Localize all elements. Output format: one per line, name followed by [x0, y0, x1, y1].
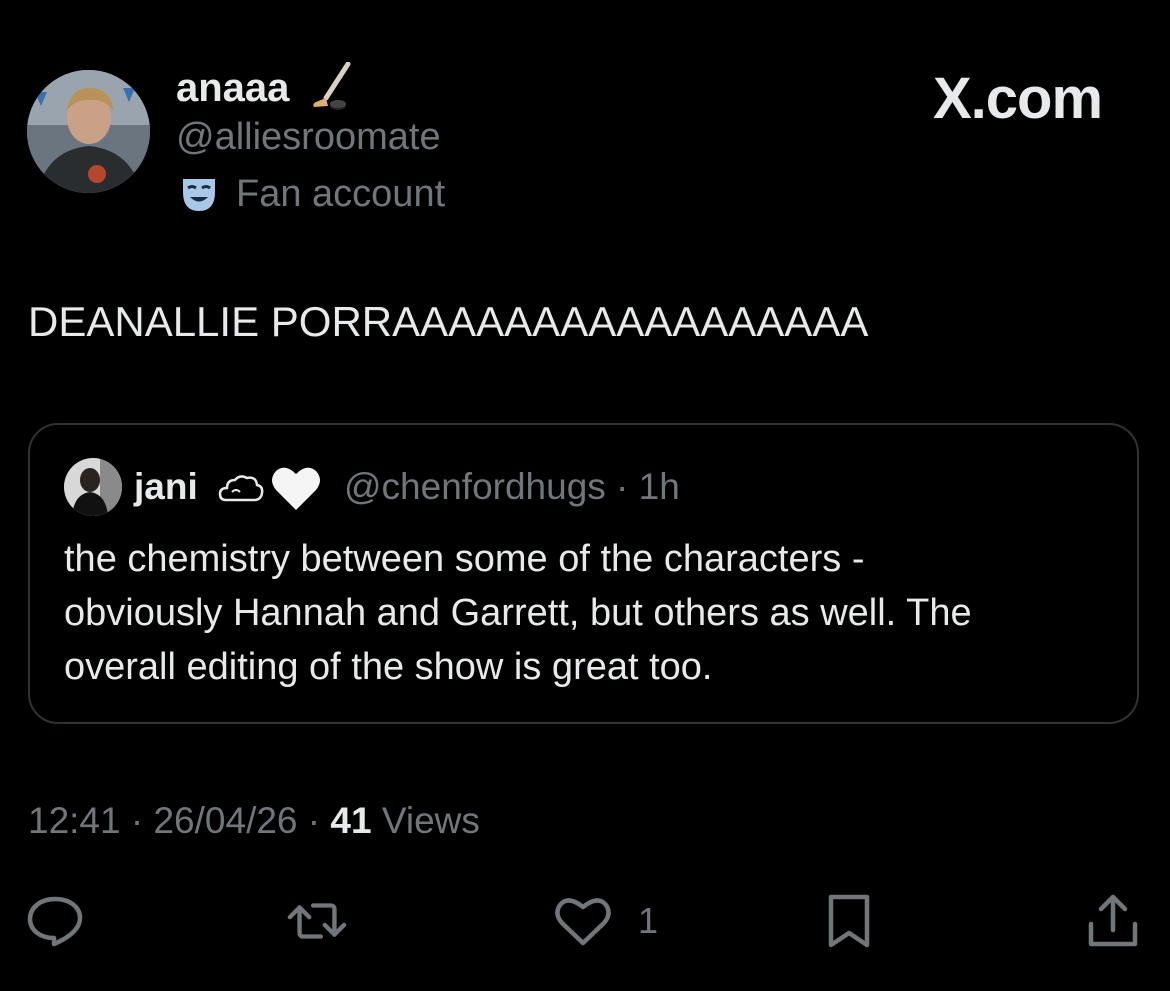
- author-handle[interactable]: @alliesroomate: [176, 114, 441, 160]
- account-label: Fan account: [236, 173, 446, 215]
- quoted-post-text: the chemistry between some of the charac…: [64, 532, 1124, 694]
- quoted-author-avatar[interactable]: [64, 458, 122, 516]
- post-text: DEANALLIE PORRAAAAAAAAAAAAAAAAA: [28, 298, 869, 345]
- like-button[interactable]: [552, 890, 614, 952]
- bookmark-button[interactable]: [818, 890, 880, 952]
- theater-mask-icon: [180, 176, 218, 214]
- heart-icon: [555, 898, 611, 946]
- quoted-text-line: the chemistry between some of the charac…: [64, 538, 865, 580]
- reply-icon: [27, 896, 83, 947]
- post-meta: 12:41 · 26/04/26 · 41 Views: [28, 798, 480, 844]
- author-avatar[interactable]: [27, 70, 150, 193]
- repost-button[interactable]: [286, 890, 348, 952]
- meta-separator: ·: [297, 800, 331, 841]
- brand-label: X.com: [933, 66, 1103, 131]
- views-count: 41: [330, 800, 372, 841]
- hockey-stick-icon: [308, 61, 356, 112]
- cloud-icon: [218, 470, 264, 506]
- post-date[interactable]: 26/04/26: [153, 800, 297, 841]
- meta-separator: ·: [120, 800, 154, 841]
- share-icon: [1088, 894, 1138, 947]
- quoted-text-line: obviously Hannah and Garrett, but others…: [64, 592, 972, 634]
- repost-icon: [287, 903, 347, 939]
- author-display-name[interactable]: anaaa: [176, 64, 289, 112]
- quoted-handle-time: @chenfordhugs · 1h: [344, 466, 680, 507]
- views-label: Views: [371, 800, 480, 841]
- bookmark-icon: [828, 894, 870, 948]
- like-count: 1: [638, 900, 659, 941]
- quoted-text-line: overall editing of the show is great too…: [64, 646, 713, 688]
- quoted-display-name[interactable]: jani: [134, 464, 198, 510]
- post-time[interactable]: 12:41: [28, 800, 121, 841]
- white-heart-icon: [270, 464, 322, 512]
- share-button[interactable]: [1082, 890, 1144, 952]
- reply-button[interactable]: [24, 890, 86, 952]
